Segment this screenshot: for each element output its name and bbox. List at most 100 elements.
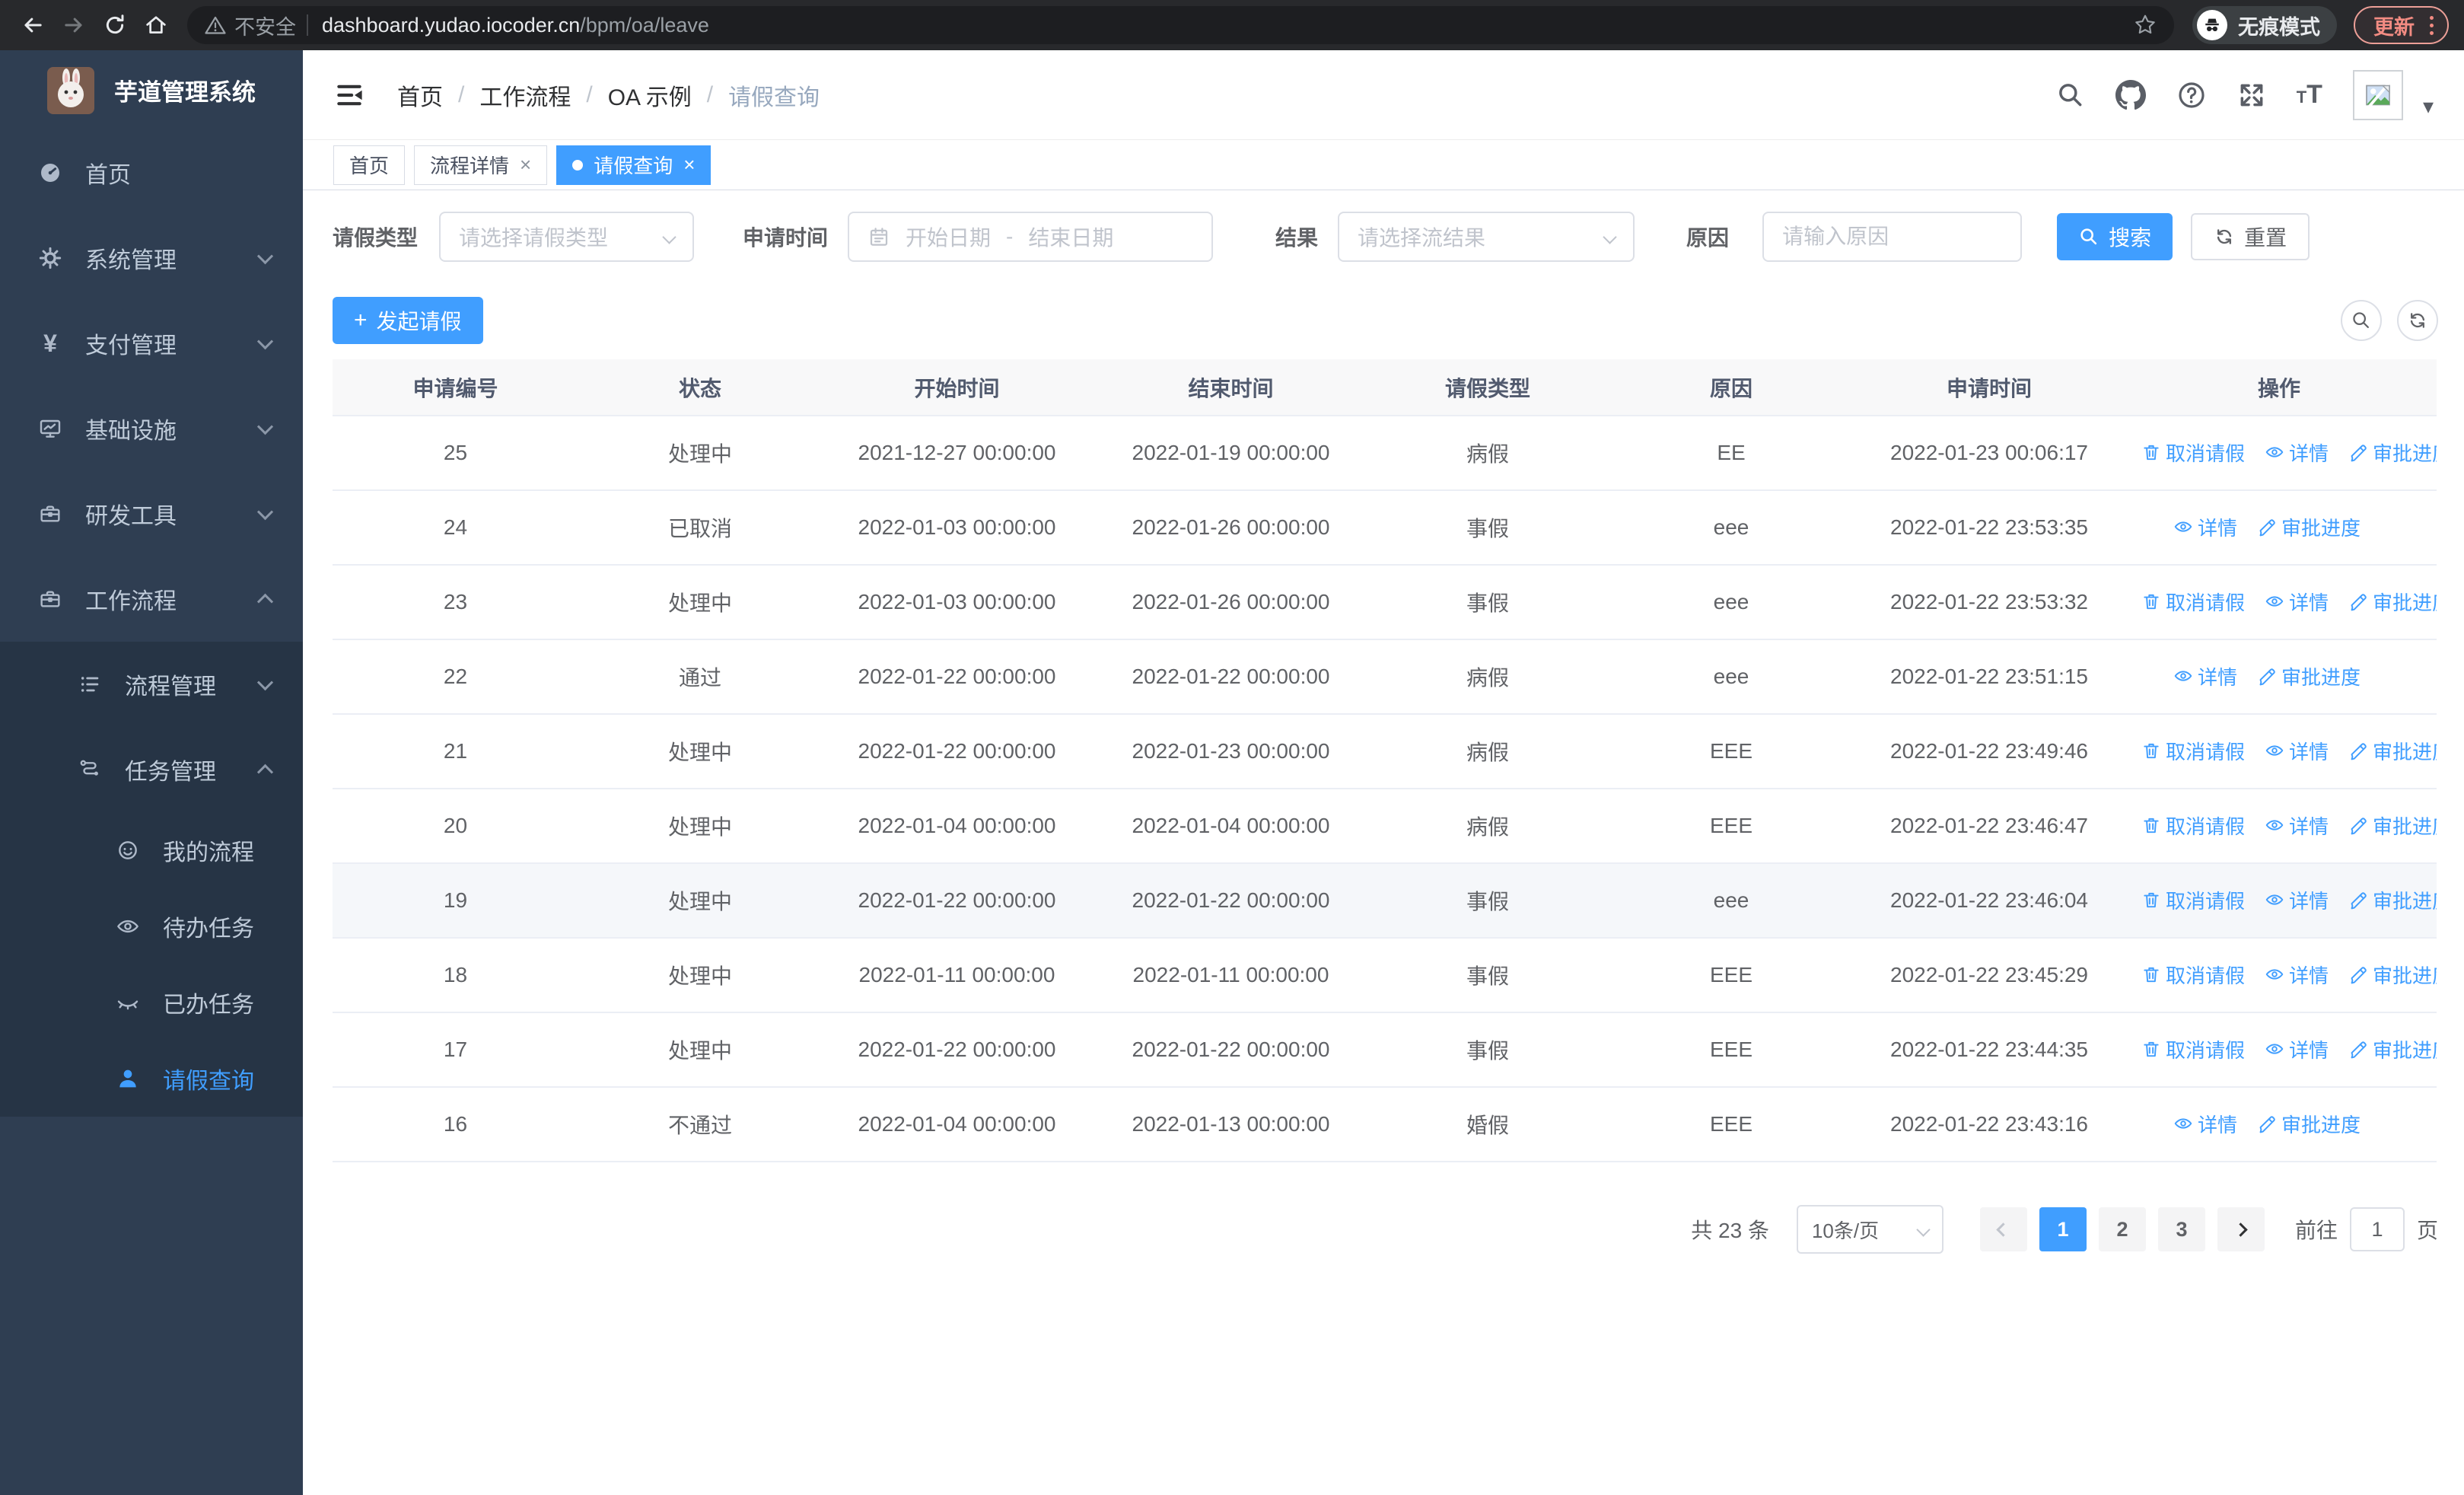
address-bar[interactable]: 不安全 dashboard.yudao.iocoder.cn /bpm/oa/l… (187, 6, 2174, 44)
action-progress-link[interactable]: 审批进度 (2348, 1035, 2437, 1063)
leave-type-select[interactable]: 请选择请假类型 (439, 212, 695, 262)
sidebar-logo-row: 芋道管理系统 (0, 50, 303, 130)
search-icon (2353, 312, 2369, 328)
avatar-caret-icon[interactable]: ▾ (2423, 94, 2434, 119)
tab-process-detail[interactable]: 流程详情 × (414, 145, 548, 185)
action-progress-link[interactable]: 审批进度 (2348, 438, 2437, 467)
search-icon[interactable] (2056, 81, 2085, 110)
goto-label: 前往 (2294, 1219, 2338, 1242)
tab-home[interactable]: 首页 (333, 145, 406, 185)
action-progress-link[interactable]: 审批进度 (2348, 588, 2437, 616)
chevron-down-icon (256, 333, 274, 349)
action-cancel-link[interactable]: 取消请假 (2141, 886, 2245, 914)
action-progress-link[interactable]: 审批进度 (2257, 513, 2361, 541)
sidebar-item-pending-tasks[interactable]: 待办任务 (0, 888, 303, 964)
cell-id: 22 (333, 639, 578, 715)
page-button-3[interactable]: 3 (2157, 1207, 2205, 1251)
browser-menu-icon[interactable] (2427, 13, 2437, 38)
next-page-button[interactable] (2217, 1207, 2265, 1251)
sidebar-item-done-tasks[interactable]: 已办任务 (0, 964, 303, 1041)
reason-input[interactable] (1764, 213, 2021, 260)
sidebar-item-label: 支付管理 (85, 333, 177, 359)
sidebar-item-workflow[interactable]: 工作流程 (0, 556, 303, 642)
cell-leave-type: 事假 (1370, 1012, 1606, 1088)
apply-time-label: 申请时间 (743, 226, 829, 250)
breadcrumb-item[interactable]: 首页 (397, 78, 443, 112)
action-cancel-link[interactable]: 取消请假 (2141, 588, 2245, 616)
action-detail-link[interactable]: 详情 (2265, 438, 2329, 467)
sidebar-item-system[interactable]: 系统管理 (0, 215, 303, 301)
breadcrumb-item[interactable]: OA 示例 (608, 78, 692, 112)
github-icon[interactable] (2115, 79, 2146, 110)
action-progress-link[interactable]: 审批进度 (2348, 811, 2437, 840)
close-icon[interactable]: × (520, 153, 531, 177)
action-cancel-link[interactable]: 取消请假 (2141, 1035, 2245, 1063)
action-detail-link[interactable]: 详情 (2265, 961, 2329, 989)
close-icon[interactable]: × (683, 153, 695, 177)
apply-time-range-picker[interactable]: 开始日期 - 结束日期 (848, 212, 1214, 262)
action-detail-link[interactable]: 详情 (2265, 737, 2329, 765)
fullscreen-icon[interactable] (2237, 81, 2266, 110)
monitor-icon (37, 416, 64, 441)
browser-back-button[interactable] (15, 8, 50, 43)
search-button[interactable]: 搜索 (2057, 213, 2173, 260)
sidebar-item-infrastructure[interactable]: 基础设施 (0, 386, 303, 471)
sidebar-item-my-processes[interactable]: 我的流程 (0, 812, 303, 888)
breadcrumb-item[interactable]: 工作流程 (479, 78, 571, 112)
action-detail-link[interactable]: 详情 (2173, 1110, 2237, 1138)
sidebar-item-dev-tools[interactable]: 研发工具 (0, 471, 303, 556)
browser-home-button[interactable] (138, 8, 173, 43)
action-detail-link[interactable]: 详情 (2265, 886, 2329, 914)
sidebar-item-home[interactable]: 首页 (0, 130, 303, 215)
cell-end-time: 2022-01-22 00:00:00 (1092, 639, 1370, 715)
tab-leave-query[interactable]: 请假查询 × (556, 145, 712, 185)
cell-leave-type: 病假 (1370, 714, 1606, 789)
avatar[interactable] (2352, 69, 2403, 120)
sidebar-item-process-management[interactable]: 流程管理 (0, 642, 303, 727)
prev-page-button[interactable] (1979, 1207, 2027, 1251)
font-size-icon[interactable]: TT (2297, 80, 2322, 110)
sidebar-item-task-management[interactable]: 任务管理 (0, 727, 303, 812)
browser-forward-button[interactable] (56, 8, 91, 43)
action-detail-link[interactable]: 详情 (2173, 662, 2237, 690)
sidebar-item-leave-query[interactable]: 请假查询 (0, 1041, 303, 1117)
column-header-actions: 操作 (2122, 359, 2437, 416)
home-icon (146, 16, 166, 33)
plus-icon: + (354, 308, 368, 333)
browser-update-button[interactable]: 更新 (2354, 6, 2449, 44)
action-detail-link[interactable]: 详情 (2173, 513, 2237, 541)
action-cancel-link[interactable]: 取消请假 (2141, 961, 2245, 989)
create-leave-button[interactable]: + 发起请假 (333, 297, 483, 344)
action-cancel-link[interactable]: 取消请假 (2141, 438, 2245, 467)
action-progress-link[interactable]: 审批进度 (2348, 961, 2437, 989)
browser-reload-button[interactable] (97, 8, 132, 43)
help-icon[interactable] (2176, 80, 2207, 110)
reset-button[interactable]: 重置 (2191, 213, 2310, 260)
action-detail-link[interactable]: 详情 (2265, 1035, 2329, 1063)
toggle-search-button[interactable] (2341, 300, 2382, 341)
action-detail-link[interactable]: 详情 (2265, 811, 2329, 840)
table-row: 22 通过 2022-01-22 00:00:00 2022-01-22 00:… (333, 639, 2437, 715)
action-progress-link[interactable]: 审批进度 (2257, 662, 2361, 690)
result-select[interactable]: 请选择流结果 (1338, 212, 1635, 262)
page-button-2[interactable]: 2 (2098, 1207, 2146, 1251)
cell-reason: EE (1606, 416, 1857, 491)
action-cancel-link[interactable]: 取消请假 (2141, 811, 2245, 840)
action-progress-link[interactable]: 审批进度 (2348, 886, 2437, 914)
broken-image-icon (2366, 82, 2390, 110)
goto-page-input[interactable] (2349, 1207, 2405, 1251)
browser-chrome: 不安全 dashboard.yudao.iocoder.cn /bpm/oa/l… (0, 0, 2464, 50)
refresh-table-button[interactable] (2397, 300, 2438, 341)
page-button-1[interactable]: 1 (2039, 1207, 2087, 1251)
sidebar: 芋道管理系统 首页 系统管理 ¥ 支付管理 基础设施 研发工具 工作流程 流程管… (0, 50, 303, 1495)
page-size-select[interactable]: 10条/页 (1796, 1205, 1944, 1254)
action-detail-link[interactable]: 详情 (2265, 588, 2329, 616)
action-progress-link[interactable]: 审批进度 (2257, 1110, 2361, 1138)
action-progress-link[interactable]: 审批进度 (2348, 737, 2437, 765)
action-cancel-link[interactable]: 取消请假 (2141, 737, 2245, 765)
bookmark-star-icon[interactable] (2133, 13, 2157, 37)
eye-closed-icon (114, 990, 142, 1015)
sidebar-collapse-button[interactable] (333, 79, 365, 111)
cell-end-time: 2022-01-23 00:00:00 (1092, 714, 1370, 789)
sidebar-item-payment[interactable]: ¥ 支付管理 (0, 301, 303, 386)
